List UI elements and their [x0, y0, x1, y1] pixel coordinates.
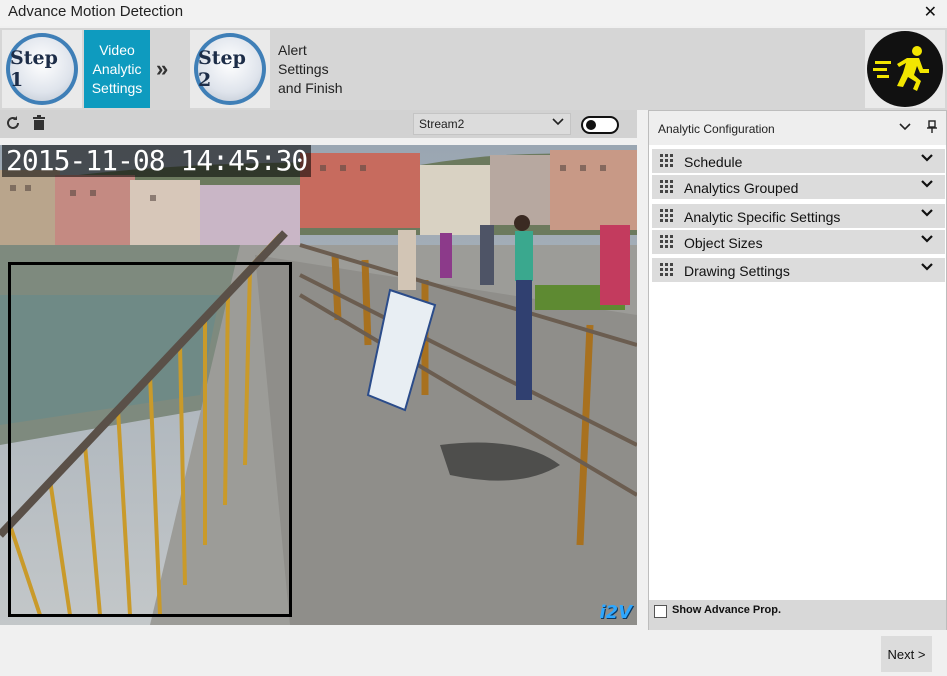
chevron-down-icon[interactable] — [899, 120, 911, 135]
close-icon[interactable]: ✕ — [924, 2, 937, 22]
step1-label-line: Settings — [91, 79, 143, 96]
drag-grip-icon — [660, 209, 674, 223]
step2-label-line: Alert — [278, 41, 307, 58]
config-panel-header: Analytic Configuration — [649, 111, 946, 145]
section-schedule[interactable]: Schedule — [652, 149, 945, 173]
section-label: Schedule — [684, 154, 743, 170]
chevron-down-icon — [921, 207, 933, 222]
step1-label[interactable]: Video Analytic Settings — [84, 30, 150, 108]
window-title: Advance Motion Detection — [8, 3, 184, 20]
step1-badge[interactable]: Step 1 — [2, 30, 82, 108]
analytic-configuration-panel: Analytic Configuration Schedule Analytic… — [648, 110, 947, 630]
chevron-down-icon — [921, 261, 933, 276]
step1-badge-ring: Step 1 — [6, 33, 78, 105]
running-man-icon — [867, 31, 943, 107]
section-drawing-settings[interactable]: Drawing Settings — [652, 258, 945, 282]
section-analytic-specific-settings[interactable]: Analytic Specific Settings — [652, 204, 945, 228]
drag-grip-icon — [660, 180, 674, 194]
stream-select-value: Stream2 — [419, 117, 465, 131]
toggle-knob — [586, 120, 596, 130]
config-panel-footer: Show Advance Prop. — [649, 600, 946, 630]
video-timestamp: 2015-11-08 14:45:30 — [2, 145, 312, 177]
show-advance-checkbox[interactable] — [654, 605, 667, 618]
step1-label-line: Video — [99, 41, 135, 58]
section-analytics-grouped[interactable]: Analytics Grouped — [652, 175, 945, 199]
drag-grip-icon — [660, 263, 674, 277]
show-advance-label[interactable]: Show Advance Prop. — [672, 604, 781, 616]
next-button[interactable]: Next > — [881, 636, 932, 672]
stream-toggle[interactable] — [581, 116, 619, 134]
chevron-down-icon — [921, 152, 933, 167]
step1-badge-text: Step 1 — [10, 37, 74, 101]
step1-label-line: Analytic — [92, 60, 142, 77]
section-label: Analytic Specific Settings — [684, 209, 841, 225]
refresh-icon[interactable] — [5, 115, 21, 135]
chevron-down-icon — [552, 115, 564, 130]
drag-grip-icon — [660, 235, 674, 249]
drag-grip-icon — [660, 154, 674, 168]
section-object-sizes[interactable]: Object Sizes — [652, 230, 945, 254]
video-frame[interactable]: 2015-11-08 14:45:30 i2V — [0, 145, 637, 625]
stream-select[interactable]: Stream2 — [413, 113, 571, 135]
section-label: Analytics Grouped — [684, 180, 799, 196]
title-bar: Advance Motion Detection ✕ — [0, 0, 947, 26]
config-panel-title: Analytic Configuration — [658, 122, 775, 136]
video-toolbar: Stream2 — [0, 110, 637, 138]
trash-icon[interactable] — [32, 115, 46, 135]
app-window: Advance Motion Detection ✕ Step 1 Video … — [0, 0, 947, 676]
chevron-down-icon — [921, 178, 933, 193]
chevron-down-icon — [921, 233, 933, 248]
step2-label-line: and Finish — [278, 79, 343, 96]
motion-detection-logo — [865, 30, 945, 108]
double-chevron-right-icon: » — [156, 56, 168, 81]
step2-badge[interactable]: Step 2 — [190, 30, 270, 108]
step2-badge-text: Step 2 — [198, 37, 262, 101]
step2-badge-ring: Step 2 — [194, 33, 266, 105]
wizard-header: Step 1 Video Analytic Settings » Step 2 … — [0, 28, 947, 110]
section-label: Object Sizes — [684, 235, 763, 251]
step2-label-line: Settings — [278, 60, 329, 77]
section-label: Drawing Settings — [684, 263, 790, 279]
pin-icon[interactable] — [926, 120, 938, 137]
detection-region-rectangle[interactable] — [8, 262, 292, 617]
step2-label[interactable]: Alert Settings and Finish — [278, 30, 368, 108]
i2v-watermark-logo: i2V — [599, 602, 632, 623]
